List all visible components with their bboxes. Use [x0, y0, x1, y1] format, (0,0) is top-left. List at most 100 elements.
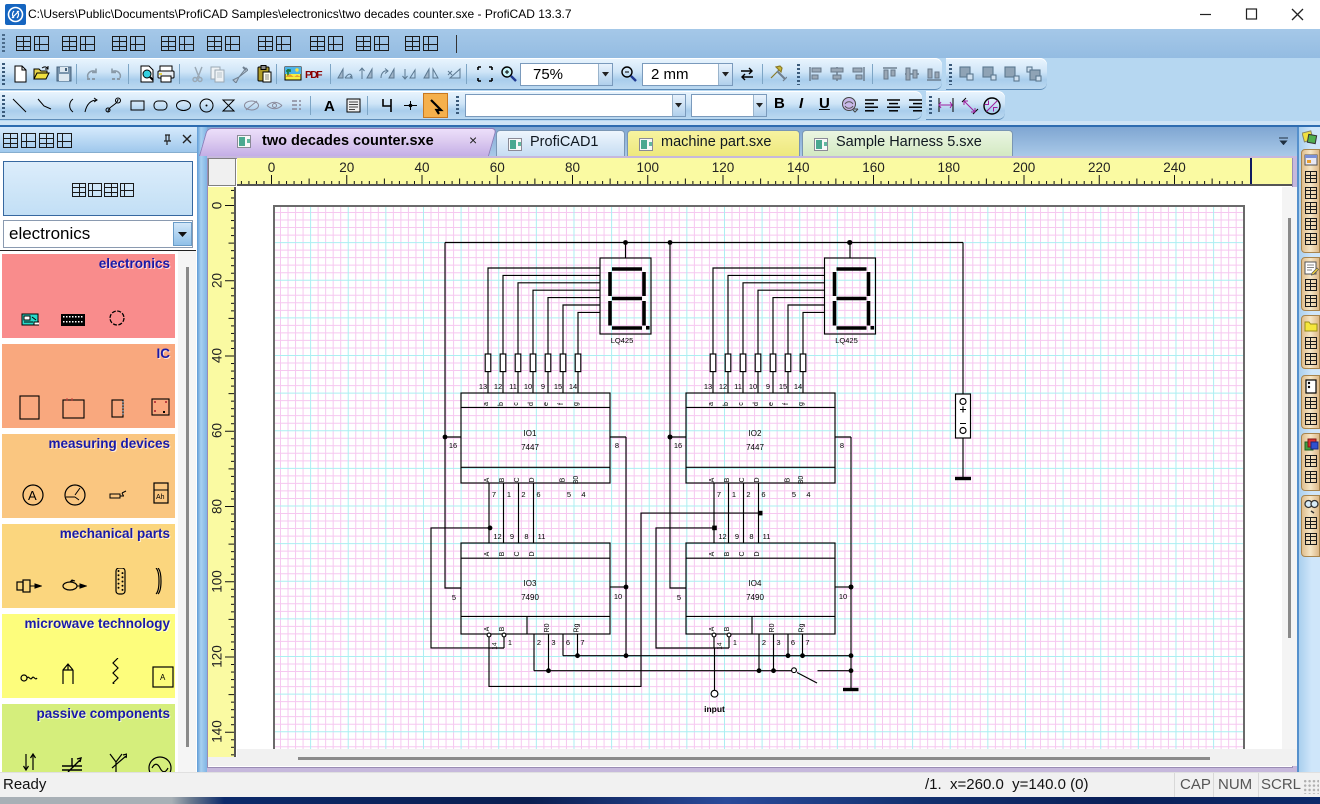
svg-text:A: A: [324, 98, 335, 114]
svg-text:A: A: [709, 626, 716, 631]
svg-text:4: 4: [806, 490, 810, 499]
svg-text:10: 10: [839, 592, 847, 601]
svg-text:e: e: [543, 402, 550, 406]
svg-text:C: C: [514, 551, 521, 556]
svg-text:12: 12: [719, 382, 727, 391]
svg-text:5: 5: [452, 593, 456, 602]
svg-text:PDF: PDF: [305, 69, 323, 81]
svg-text:b: b: [723, 402, 730, 406]
svg-text:g: g: [573, 402, 580, 406]
svg-text:A: A: [160, 673, 166, 682]
svg-text:R0: R0: [769, 623, 776, 632]
svg-text:14: 14: [717, 642, 724, 650]
svg-text:9: 9: [735, 532, 739, 541]
svg-text:6: 6: [536, 490, 540, 499]
svg-text:8: 8: [524, 532, 528, 541]
svg-text:e: e: [768, 402, 775, 406]
svg-text:3: 3: [776, 638, 780, 647]
svg-text:c: c: [738, 402, 745, 406]
svg-text:B0: B0: [798, 476, 805, 485]
svg-text:12: 12: [493, 532, 501, 541]
svg-text:5: 5: [677, 593, 681, 602]
svg-text:b: b: [498, 402, 505, 406]
svg-text:8: 8: [615, 441, 619, 450]
svg-text:LQ425: LQ425: [835, 336, 858, 345]
svg-text:14: 14: [569, 382, 577, 391]
svg-text:11: 11: [538, 532, 546, 541]
svg-text:1: 1: [732, 490, 736, 499]
svg-text:7: 7: [805, 638, 809, 647]
svg-text:10: 10: [524, 382, 532, 391]
svg-text:1: 1: [508, 640, 512, 647]
svg-text:12: 12: [718, 532, 726, 541]
svg-text:5: 5: [792, 490, 796, 499]
svg-text:IO3: IO3: [524, 579, 537, 588]
svg-text:10: 10: [614, 592, 622, 601]
svg-text:2: 2: [521, 490, 525, 499]
svg-text:12: 12: [494, 382, 502, 391]
svg-text:3: 3: [551, 638, 555, 647]
svg-text:A: A: [484, 551, 491, 556]
svg-text:input: input: [704, 704, 725, 714]
svg-text:7490: 7490: [746, 593, 764, 602]
svg-text:14: 14: [492, 642, 499, 650]
svg-text:Rg: Rg: [799, 623, 806, 632]
svg-text:7447: 7447: [521, 443, 539, 452]
svg-text:Ah: Ah: [156, 494, 165, 501]
svg-text:15: 15: [554, 382, 562, 391]
svg-text:8: 8: [840, 441, 844, 450]
svg-text:B: B: [724, 477, 731, 482]
svg-text:10: 10: [749, 382, 757, 391]
svg-text:A: A: [28, 488, 37, 503]
svg-text:6: 6: [566, 638, 570, 647]
svg-text:11: 11: [509, 382, 517, 391]
svg-text:A: A: [709, 551, 716, 556]
svg-text:4: 4: [581, 490, 585, 499]
svg-text:Rg: Rg: [574, 623, 581, 632]
svg-text:B: B: [724, 626, 731, 631]
svg-text:D: D: [529, 477, 536, 482]
svg-text:B: B: [499, 626, 506, 631]
svg-text:6: 6: [761, 490, 765, 499]
svg-text:1: 1: [733, 640, 737, 647]
svg-text:LQ425: LQ425: [611, 336, 634, 345]
svg-text:13: 13: [479, 382, 487, 391]
svg-text:9: 9: [510, 532, 514, 541]
svg-text:7: 7: [580, 638, 584, 647]
svg-text:D: D: [529, 551, 536, 556]
svg-text:7447: 7447: [746, 443, 764, 452]
svg-text:A: A: [484, 477, 491, 482]
svg-text:B: B: [785, 477, 792, 482]
svg-text:a: a: [483, 402, 490, 406]
svg-text:B: B: [499, 551, 506, 556]
svg-text:R0: R0: [544, 623, 551, 632]
svg-text:IO1: IO1: [524, 429, 537, 438]
svg-text:11: 11: [763, 532, 771, 541]
svg-text:IO4: IO4: [749, 579, 762, 588]
svg-text:2: 2: [762, 638, 766, 647]
svg-text:c: c: [513, 402, 520, 406]
svg-text:d: d: [528, 402, 535, 406]
svg-text:D: D: [754, 551, 761, 556]
svg-text:d: d: [753, 402, 760, 406]
svg-text:A: A: [484, 626, 491, 631]
svg-text:2: 2: [537, 638, 541, 647]
svg-text:C: C: [514, 477, 521, 482]
svg-text:f: f: [783, 403, 790, 405]
svg-text:C: C: [739, 477, 746, 482]
svg-text:B: B: [499, 477, 506, 482]
svg-text:6: 6: [791, 638, 795, 647]
svg-text:2: 2: [746, 490, 750, 499]
svg-text:g: g: [798, 402, 805, 406]
svg-text:16: 16: [449, 441, 457, 450]
svg-text:a: a: [708, 402, 715, 406]
svg-text:5: 5: [567, 490, 571, 499]
svg-text:15: 15: [779, 382, 787, 391]
svg-text:C: C: [739, 551, 746, 556]
svg-text:14: 14: [794, 382, 802, 391]
svg-text:13: 13: [704, 382, 712, 391]
svg-text:A: A: [709, 477, 716, 482]
svg-text:B: B: [560, 477, 567, 482]
svg-text:16: 16: [674, 441, 682, 450]
svg-text:7: 7: [492, 490, 496, 499]
